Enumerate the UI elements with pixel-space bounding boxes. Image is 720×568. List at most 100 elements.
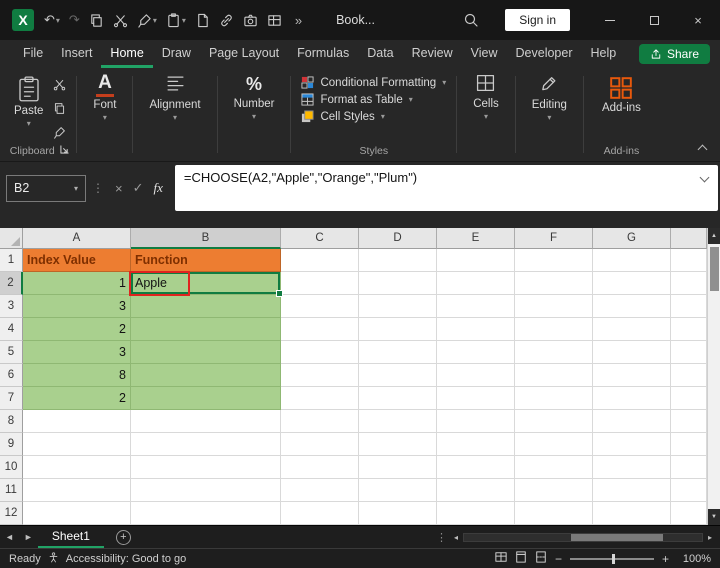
column-header-partial[interactable] — [671, 228, 707, 249]
cell-D5[interactable] — [359, 341, 437, 364]
cell[interactable] — [671, 502, 707, 525]
cell-G2[interactable] — [593, 272, 671, 295]
accessibility-status[interactable]: Accessibility: Good to go — [66, 553, 186, 565]
camera-icon[interactable] — [243, 13, 258, 28]
cell-G11[interactable] — [593, 479, 671, 502]
share-button[interactable]: Share — [639, 44, 710, 64]
cell-E1[interactable] — [437, 249, 515, 272]
cell-G10[interactable] — [593, 456, 671, 479]
cells-group-button[interactable]: Cells ▾ — [461, 68, 511, 161]
cell[interactable] — [671, 456, 707, 479]
copy-icon[interactable] — [53, 102, 66, 120]
cell-A1[interactable]: Index Value — [23, 249, 131, 272]
cell[interactable] — [671, 249, 707, 272]
tab-developer[interactable]: Developer — [507, 40, 582, 68]
tab-formulas[interactable]: Formulas — [288, 40, 358, 68]
toolbar-overflow-button[interactable]: » — [295, 13, 302, 28]
horizontal-scrollbar-thumb[interactable] — [571, 534, 663, 541]
cell-D2[interactable] — [359, 272, 437, 295]
vertical-scrollbar-thumb[interactable] — [710, 247, 719, 291]
cell-B11[interactable] — [131, 479, 281, 502]
cell-A9[interactable] — [23, 433, 131, 456]
expand-formula-bar-icon[interactable] — [700, 173, 710, 183]
alignment-group-button[interactable]: Alignment ▾ — [137, 68, 212, 161]
scroll-up-icon[interactable]: ▲ — [708, 228, 720, 244]
tab-data[interactable]: Data — [358, 40, 402, 68]
cell[interactable] — [671, 341, 707, 364]
cell-F11[interactable] — [515, 479, 593, 502]
cell[interactable] — [671, 318, 707, 341]
cell-D4[interactable] — [359, 318, 437, 341]
cell-F2[interactable] — [515, 272, 593, 295]
tab-page-layout[interactable]: Page Layout — [200, 40, 288, 68]
column-header-E[interactable]: E — [437, 228, 515, 249]
cell-F9[interactable] — [515, 433, 593, 456]
cell-styles-button[interactable]: Cell Styles ▾ — [301, 110, 384, 123]
cell-C9[interactable] — [281, 433, 359, 456]
new-document-icon[interactable] — [195, 13, 210, 28]
row-header-2[interactable]: 2 — [0, 272, 23, 295]
cell-B6[interactable] — [131, 364, 281, 387]
row-header-4[interactable]: 4 — [0, 318, 23, 341]
cell-E7[interactable] — [437, 387, 515, 410]
cell-E8[interactable] — [437, 410, 515, 433]
formula-bar-splitter[interactable]: ⋮ — [92, 181, 104, 195]
cell[interactable] — [671, 272, 707, 295]
cell-D3[interactable] — [359, 295, 437, 318]
row-header-9[interactable]: 9 — [0, 433, 23, 456]
cell-B9[interactable] — [131, 433, 281, 456]
page-break-view-icon[interactable] — [535, 551, 547, 566]
cell-F5[interactable] — [515, 341, 593, 364]
tab-help[interactable]: Help — [582, 40, 626, 68]
cell-C3[interactable] — [281, 295, 359, 318]
cell-A11[interactable] — [23, 479, 131, 502]
cell-C11[interactable] — [281, 479, 359, 502]
cell-D6[interactable] — [359, 364, 437, 387]
cell-E12[interactable] — [437, 502, 515, 525]
cell-D1[interactable] — [359, 249, 437, 272]
cell-F3[interactable] — [515, 295, 593, 318]
name-box-dropdown-icon[interactable]: ▾ — [74, 184, 78, 193]
tab-review[interactable]: Review — [403, 40, 462, 68]
cell-B4[interactable] — [131, 318, 281, 341]
cell-C8[interactable] — [281, 410, 359, 433]
zoom-out-button[interactable]: − — [555, 552, 562, 566]
tab-insert[interactable]: Insert — [52, 40, 101, 68]
close-button[interactable]: × — [676, 0, 720, 40]
row-header-12[interactable]: 12 — [0, 502, 23, 525]
sheet-tab-sheet1[interactable]: Sheet1 — [38, 526, 104, 548]
cell[interactable] — [671, 479, 707, 502]
cut-icon[interactable] — [53, 78, 66, 96]
cell-A5[interactable]: 3 — [23, 341, 131, 364]
cell-C2[interactable] — [281, 272, 359, 295]
horizontal-scrollbar[interactable]: ⋮ ◂ ▸ — [436, 531, 720, 544]
cell-E2[interactable] — [437, 272, 515, 295]
cell-C5[interactable] — [281, 341, 359, 364]
page-layout-view-icon[interactable] — [515, 551, 527, 566]
cell-E11[interactable] — [437, 479, 515, 502]
tab-home[interactable]: Home — [101, 40, 152, 68]
cell-F1[interactable] — [515, 249, 593, 272]
cell-G7[interactable] — [593, 387, 671, 410]
row-header-11[interactable]: 11 — [0, 479, 23, 502]
formula-input[interactable]: =CHOOSE(A2,"Apple","Orange","Plum") — [175, 165, 718, 211]
cell-G8[interactable] — [593, 410, 671, 433]
cell-D12[interactable] — [359, 502, 437, 525]
cell-G4[interactable] — [593, 318, 671, 341]
collapse-ribbon-icon[interactable] — [698, 145, 708, 155]
cell-F10[interactable] — [515, 456, 593, 479]
cell-G6[interactable] — [593, 364, 671, 387]
cell-G9[interactable] — [593, 433, 671, 456]
horizontal-scrollbar-track[interactable] — [463, 533, 703, 542]
cell-F12[interactable] — [515, 502, 593, 525]
cell-B10[interactable] — [131, 456, 281, 479]
tab-view[interactable]: View — [462, 40, 507, 68]
scroll-down-icon[interactable]: ▼ — [708, 509, 720, 525]
cell-A6[interactable]: 8 — [23, 364, 131, 387]
cell-E6[interactable] — [437, 364, 515, 387]
redo-button[interactable]: ↷ — [69, 12, 80, 28]
normal-view-icon[interactable] — [495, 551, 507, 566]
cell-B12[interactable] — [131, 502, 281, 525]
tab-splitter-icon[interactable]: ⋮ — [436, 531, 447, 544]
cell[interactable] — [671, 295, 707, 318]
